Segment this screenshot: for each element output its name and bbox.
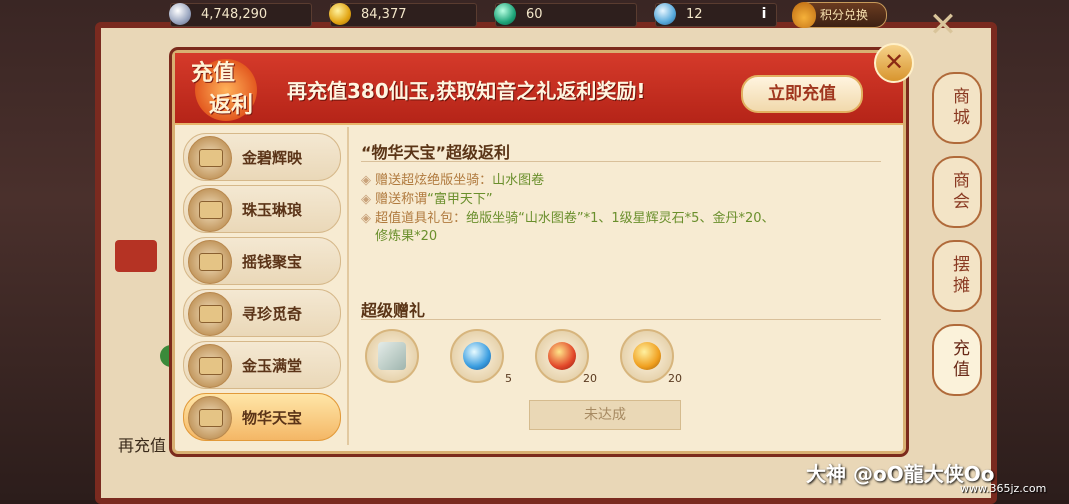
background-text: 再充值 xyxy=(118,436,167,455)
golden-elixir-icon xyxy=(548,342,576,370)
side-tab-shop[interactable]: 商城 xyxy=(932,72,982,144)
dialog-close-button[interactable]: ✕ xyxy=(874,43,914,83)
close-shop-icon[interactable]: ✕ xyxy=(925,8,961,44)
reward-line: ◈ 赠送超炫绝版坐骑：山水图卷 xyxy=(361,173,545,188)
rebate-title: “物华天宝”超级返利 xyxy=(361,143,511,162)
info-button[interactable]: i xyxy=(756,5,772,23)
gold-counter[interactable]: 84,377 xyxy=(329,3,477,27)
treasure-pot-icon xyxy=(188,292,232,336)
chest-icon xyxy=(188,188,232,232)
treasure-pot-icon xyxy=(188,396,232,440)
side-tab-recharge[interactable]: 充值 xyxy=(932,324,982,396)
side-tab-guild-shop[interactable]: 商会 xyxy=(932,156,982,228)
tier-item[interactable]: 珠玉琳琅 xyxy=(183,185,341,233)
treasure-pot-icon xyxy=(188,344,232,388)
tier-item[interactable]: 金玉满堂 xyxy=(183,341,341,389)
resource-bar: 4,748,290 84,377 60 12 i 积分兑换 xyxy=(0,0,1069,28)
status-not-reached-button: 未达成 xyxy=(529,400,681,430)
reward-slot[interactable]: 20 xyxy=(535,329,597,385)
silver-coin-icon xyxy=(169,3,191,25)
cultivation-fruit-icon xyxy=(633,342,661,370)
tier-item-active[interactable]: 物华天宝 xyxy=(183,393,341,441)
scroll-icon xyxy=(378,342,406,370)
recharge-rebate-dialog: 充值 返利 再充值380仙玉,获取知音之礼返利奖励! 立即充值 ✕ 金碧辉映 珠… xyxy=(172,43,914,454)
list-divider xyxy=(347,127,349,445)
gem-icon xyxy=(654,3,676,25)
reward-slot[interactable]: 5 xyxy=(450,329,512,385)
watermark-url: www.365jz.com xyxy=(960,482,1047,495)
chest-icon xyxy=(188,136,232,180)
title-rule xyxy=(361,161,881,162)
background-gift-icon xyxy=(115,240,157,272)
gold-coin-icon xyxy=(329,3,351,25)
points-exchange-button[interactable]: 积分兑换 xyxy=(792,2,887,28)
jade-counter[interactable]: 60 xyxy=(494,3,637,27)
reward-slot[interactable] xyxy=(365,329,419,383)
dialog-banner: 充值 返利 再充值380仙玉,获取知音之礼返利奖励! 立即充值 xyxy=(175,53,903,125)
reward-slot[interactable]: 20 xyxy=(620,329,682,385)
gift-section-title: 超级赠礼 xyxy=(361,301,426,320)
tier-item[interactable]: 金碧辉映 xyxy=(183,133,341,181)
rebate-emblem: 充值 返利 xyxy=(181,51,261,125)
tier-item[interactable]: 摇钱聚宝 xyxy=(183,237,341,285)
side-tab-stall[interactable]: 摆摊 xyxy=(932,240,982,312)
chest-icon xyxy=(188,240,232,284)
jade-icon xyxy=(494,3,516,25)
reward-line: ◈ 修炼果*20 xyxy=(375,229,438,244)
blue-gem-icon xyxy=(463,342,491,370)
recharge-now-button[interactable]: 立即充值 xyxy=(741,75,863,113)
reward-line: ◈ 赠送称谓“富甲天下” xyxy=(361,192,493,207)
tier-item[interactable]: 寻珍觅奇 xyxy=(183,289,341,337)
reward-line: ◈ 超值道具礼包：绝版坐骑“山水图卷”*1、1级星辉灵石*5、金丹*20、 xyxy=(361,211,775,226)
banner-message: 再充值380仙玉,获取知音之礼返利奖励! xyxy=(287,79,646,103)
money-bag-icon xyxy=(792,2,816,28)
emblem-bottom-text: 返利 xyxy=(209,93,254,118)
gift-rule xyxy=(361,319,881,320)
silver-counter[interactable]: 4,748,290 xyxy=(169,3,312,27)
emblem-top-text: 充值 xyxy=(191,61,236,86)
